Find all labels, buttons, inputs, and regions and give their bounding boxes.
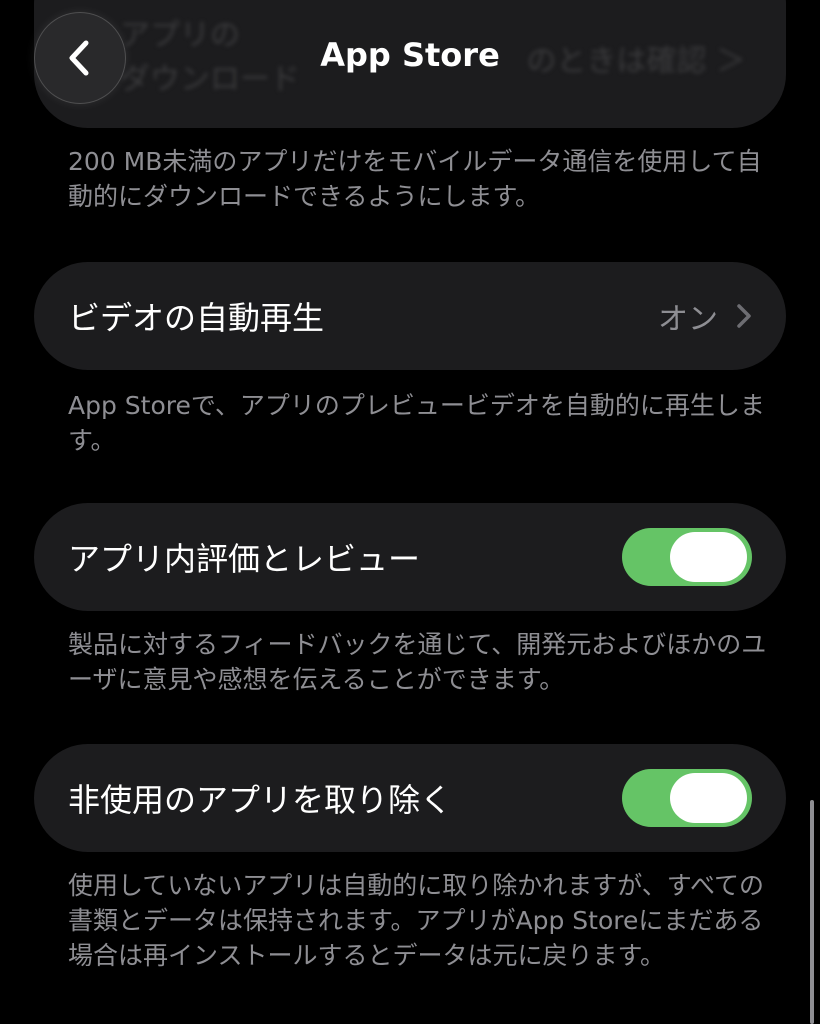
page-title: App Store (320, 36, 500, 74)
video-autoplay-card[interactable]: ビデオの自動再生 オン (34, 262, 786, 370)
cellular-download-note: 200 MB未満のアプリだけをモバイルデータ通信を使用して自動的にダウンロードで… (68, 147, 762, 211)
ratings-reviews-toggle[interactable] (622, 528, 752, 586)
offload-apps-label: 非使用のアプリを取り除く (68, 781, 453, 819)
chevron-right-icon (737, 304, 751, 328)
ratings-reviews-label: アプリ内評価とレビュー (68, 540, 421, 578)
toggle-knob (670, 532, 747, 582)
toggle-knob (670, 773, 747, 823)
offload-apps-row: 非使用のアプリを取り除く (34, 744, 786, 852)
video-autoplay-note: App Storeで、アプリのプレビュービデオを自動的に再生します。 (68, 391, 765, 455)
video-autoplay-label: ビデオの自動再生 (68, 299, 325, 337)
ratings-reviews-row: アプリ内評価とレビュー (34, 503, 786, 611)
video-autoplay-value: オン (658, 302, 718, 337)
offload-apps-toggle[interactable] (622, 769, 752, 827)
scrollbar[interactable] (810, 800, 814, 1024)
ratings-reviews-note: 製品に対するフィードバックを通じて、開発元およびほかのユーザに意見や感想を伝える… (68, 630, 767, 694)
video-autoplay-row[interactable]: ビデオの自動再生 オン (34, 262, 786, 370)
ratings-reviews-card: アプリ内評価とレビュー (34, 503, 786, 611)
offload-apps-card: 非使用のアプリを取り除く (34, 744, 786, 852)
offload-apps-note: 使用していないアプリは自動的に取り除かれますが、すべての書類とデータは保持されま… (68, 871, 765, 970)
